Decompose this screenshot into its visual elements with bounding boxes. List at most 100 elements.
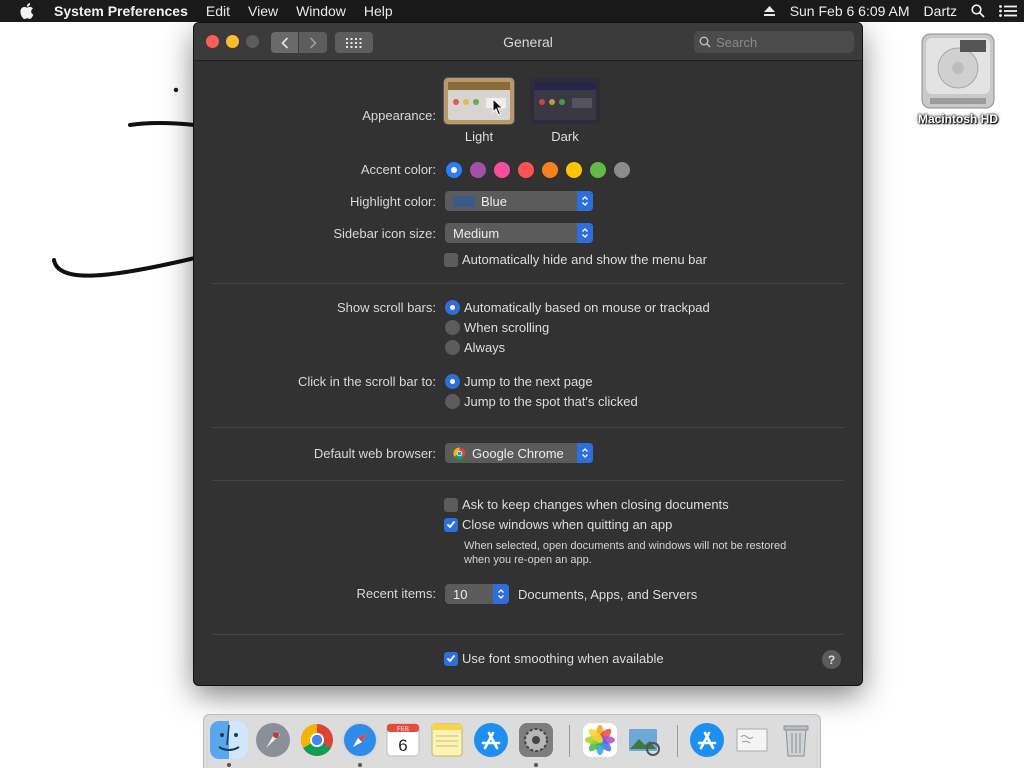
app-store-icon[interactable] <box>472 721 510 759</box>
mouse-cursor-icon <box>492 98 504 116</box>
safari-icon[interactable] <box>341 721 379 759</box>
auto-hide-menubar-text: Automatically hide and show the menu bar <box>462 252 707 267</box>
desktop-hard-drive[interactable]: Macintosh HD <box>904 32 1012 126</box>
auto-hide-menubar-row[interactable]: Automatically hide and show the menu bar <box>444 252 707 267</box>
scroll-bars-always-row[interactable]: Always <box>445 340 505 355</box>
scroll-bars-always-text: Always <box>464 340 506 355</box>
menubar-clock[interactable]: Sun Feb 6 6:09 AM <box>790 3 910 19</box>
close-windows-text: Close windows when quitting an app <box>462 517 673 532</box>
sidebar-icon-size-value: Medium <box>453 225 500 241</box>
appearance-light-caption: Light <box>464 129 494 144</box>
highlight-color-label: Highlight color: <box>350 194 436 209</box>
dock-separator <box>569 725 570 757</box>
scroll-bars-auto-text: Automatically based on mouse or trackpad <box>464 300 710 315</box>
safari-running-indicator <box>358 763 362 767</box>
system-preferences-window: General Appearance: Light <box>194 23 862 685</box>
default-browser-label: Default web browser: <box>313 446 436 461</box>
jump-next-page-radio[interactable] <box>445 374 460 389</box>
accent-swatch-orange[interactable] <box>542 162 558 178</box>
menu-view[interactable]: View <box>239 0 287 22</box>
highlight-color-value: Blue <box>481 193 508 209</box>
popup-stepper-icon <box>577 223 593 243</box>
close-windows-note-line1: When selected, open documents and window… <box>464 540 787 552</box>
popup-stepper-icon <box>577 443 593 463</box>
apple-menu-icon[interactable] <box>0 3 54 19</box>
recent-items-popup[interactable]: 10 <box>445 584 509 604</box>
highlight-color-popup[interactable]: Blue <box>445 191 593 211</box>
section-divider <box>212 480 844 481</box>
ask-keep-changes-text: Ask to keep changes when closing documen… <box>462 497 729 512</box>
appearance-dark-option[interactable]: Dark <box>530 78 600 144</box>
close-windows-checkbox[interactable] <box>444 517 458 532</box>
hard-drive-label: Macintosh HD <box>917 112 998 126</box>
downloads-folder-icon[interactable] <box>688 721 726 759</box>
section-divider <box>212 283 844 284</box>
search-icon <box>699 36 711 48</box>
sidebar-icon-size-popup[interactable]: Medium <box>445 223 593 243</box>
menu-help[interactable]: Help <box>355 0 402 22</box>
accent-color-label: Accent color: <box>360 162 436 177</box>
scroll-bars-when-scrolling-radio[interactable] <box>445 320 460 335</box>
scroll-bars-always-radio[interactable] <box>445 340 460 355</box>
scroll-bars-auto-radio[interactable] <box>445 300 460 315</box>
finder-running-indicator <box>227 763 231 767</box>
documents-stack-icon[interactable] <box>733 721 771 759</box>
jump-to-spot-radio[interactable] <box>445 394 460 409</box>
notes-icon[interactable] <box>428 721 466 759</box>
dock-separator <box>677 725 678 757</box>
appearance-label: Appearance: <box>362 108 436 123</box>
menu-window[interactable]: Window <box>287 0 355 22</box>
desktop-scribble-drawing <box>52 87 197 278</box>
default-browser-value: Google Chrome <box>472 445 564 461</box>
menu-bar: System Preferences Edit View Window Help… <box>0 0 1024 22</box>
appearance-dark-thumbnail[interactable] <box>530 78 600 124</box>
auto-hide-menubar-checkbox[interactable] <box>444 252 458 267</box>
appearance-dark-caption: Dark <box>551 129 579 144</box>
accent-swatch-red[interactable] <box>518 162 534 178</box>
photos-icon[interactable] <box>581 721 619 759</box>
jump-next-page-row[interactable]: Jump to the next page <box>445 374 593 389</box>
scroll-bars-when-scrolling-row[interactable]: When scrolling <box>445 320 549 335</box>
close-windows-note-line2: when you re-open an app. <box>464 554 592 566</box>
ask-keep-changes-row[interactable]: Ask to keep changes when closing documen… <box>444 497 729 512</box>
preview-icon[interactable] <box>625 721 663 759</box>
chrome-dock-icon[interactable] <box>298 721 336 759</box>
accent-swatch-pink[interactable] <box>494 162 510 178</box>
search-field[interactable] <box>694 31 854 53</box>
menubar-user[interactable]: Dartz <box>924 3 957 19</box>
launchpad-icon[interactable] <box>254 721 292 759</box>
recent-items-value: 10 <box>453 586 468 602</box>
trash-icon[interactable] <box>777 721 815 759</box>
spotlight-search-icon[interactable] <box>971 4 985 18</box>
checkmark-icon <box>446 654 456 663</box>
section-divider <box>212 634 844 635</box>
help-button[interactable]: ? <box>822 650 841 669</box>
recent-items-label: Recent items: <box>356 586 436 601</box>
finder-icon[interactable] <box>210 721 248 759</box>
scroll-bars-auto-row[interactable]: Automatically based on mouse or trackpad <box>445 300 710 315</box>
title-bar: General <box>194 23 862 61</box>
calendar-month-text: FEB <box>397 727 409 733</box>
accent-swatch-graphite[interactable] <box>614 162 630 178</box>
close-windows-note: When selected, open documents and window… <box>464 539 824 567</box>
ask-keep-changes-checkbox[interactable] <box>444 497 458 512</box>
scroll-bars-when-scrolling-text: When scrolling <box>464 320 550 335</box>
menu-app-name[interactable]: System Preferences <box>54 0 197 22</box>
calendar-icon[interactable]: FEB 6 <box>384 721 422 759</box>
font-smoothing-checkbox[interactable] <box>444 651 458 666</box>
section-divider <box>212 427 844 428</box>
font-smoothing-row[interactable]: Use font smoothing when available <box>444 651 664 666</box>
accent-swatch-green[interactable] <box>590 162 606 178</box>
accent-swatch-blue[interactable] <box>446 162 462 178</box>
default-browser-popup[interactable]: Google Chrome <box>445 443 593 463</box>
menu-edit[interactable]: Edit <box>197 0 239 22</box>
search-input[interactable] <box>716 34 836 50</box>
accent-swatch-purple[interactable] <box>470 162 486 178</box>
jump-to-spot-row[interactable]: Jump to the spot that's clicked <box>445 394 638 409</box>
accent-swatch-yellow[interactable] <box>566 162 582 178</box>
close-windows-row[interactable]: Close windows when quitting an app <box>444 517 672 532</box>
font-smoothing-text: Use font smoothing when available <box>462 651 664 666</box>
eject-icon[interactable] <box>763 5 776 17</box>
notification-center-icon[interactable] <box>999 5 1017 17</box>
system-preferences-icon[interactable] <box>517 721 555 759</box>
